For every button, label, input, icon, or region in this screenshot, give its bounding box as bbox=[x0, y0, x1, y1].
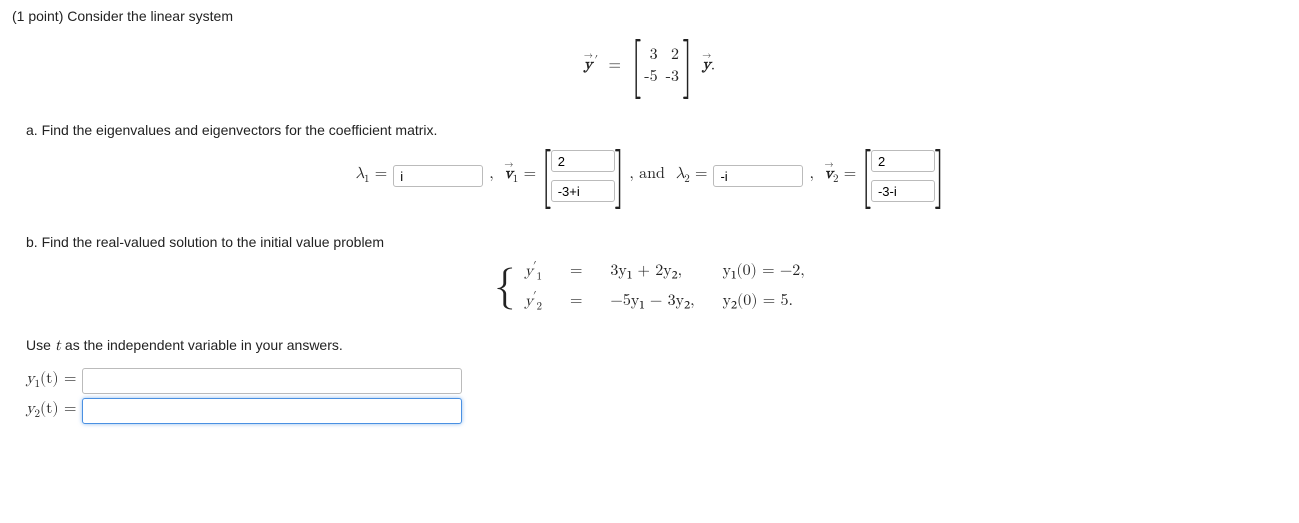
part-a-text: a. Find the eigenvalues and eigenvectors… bbox=[26, 122, 1287, 138]
part-b-note: Use t as the independent variable in you… bbox=[26, 337, 1287, 356]
y2-answer-row: y2(t) = bbox=[26, 398, 1287, 424]
lambda2-input[interactable] bbox=[713, 165, 803, 187]
part-b-prompt: Find the real-valued solution to the ini… bbox=[42, 234, 384, 250]
y1-answer-row: y1(t) = bbox=[26, 368, 1287, 394]
v1-top-input[interactable] bbox=[551, 150, 615, 172]
m-r0c1: 2 bbox=[671, 47, 679, 63]
m-r1c0: -5 bbox=[644, 69, 657, 85]
ivp-system: { y′1 = 3y₁ + 2y₂, y₁(0) = −2, y′2 = −5y… bbox=[12, 260, 1287, 313]
ivp-r1-eq: = bbox=[570, 262, 582, 281]
comma-v1: , v1 = bbox=[489, 165, 536, 186]
y2-input[interactable] bbox=[82, 398, 462, 424]
ivp-r2-eq: = bbox=[570, 292, 582, 311]
comma-v2: , v2 = bbox=[809, 165, 856, 186]
ivp-r2-rhs: −5y₁ − 3y₂, bbox=[610, 291, 694, 311]
y1-label: y1(t) = bbox=[26, 370, 76, 391]
problem-header: (1 point) Consider the linear system bbox=[12, 8, 1287, 24]
v1-bot-input[interactable] bbox=[551, 180, 615, 202]
v2-top-input[interactable] bbox=[871, 150, 935, 172]
system-equation: y ′ = [ 3 -5 2 -3 ] y. bbox=[12, 38, 1287, 94]
y2-label: y2(t) = bbox=[26, 400, 76, 421]
eigen-row: λ1 = , v1 = [ ] , and λ2 = , v2 = [ ] bbox=[12, 148, 1287, 204]
and-text: , and λ2 = bbox=[629, 165, 707, 186]
lambda1-input[interactable] bbox=[393, 165, 483, 187]
vec-y-rhs: y bbox=[702, 56, 710, 75]
ivp-r2-ic: y₂(0) = 5. bbox=[723, 291, 805, 311]
m-r0c0: 3 bbox=[650, 47, 658, 63]
y1-input[interactable] bbox=[82, 368, 462, 394]
points-label: (1 point) bbox=[12, 8, 63, 24]
part-a-prompt: Find the eigenvalues and eigenvectors fo… bbox=[42, 122, 438, 138]
ivp-r2-lhs: y′2 bbox=[525, 290, 542, 314]
v2-bot-input[interactable] bbox=[871, 180, 935, 202]
ivp-r1-ic: y₁(0) = −2, bbox=[723, 261, 805, 281]
ivp-r1-rhs: 3y₁ + 2y₂, bbox=[610, 261, 694, 281]
lambda1-label: λ1 = bbox=[355, 165, 387, 186]
part-b-text: b. Find the real-valued solution to the … bbox=[26, 234, 1287, 250]
ivp-r1-lhs: y′1 bbox=[525, 260, 542, 284]
m-r1c1: -3 bbox=[666, 69, 679, 85]
part-b-label: b. bbox=[26, 234, 38, 250]
part-a-label: a. bbox=[26, 122, 38, 138]
problem-prompt: Consider the linear system bbox=[67, 8, 233, 24]
vec-y-lhs: y bbox=[584, 56, 592, 75]
